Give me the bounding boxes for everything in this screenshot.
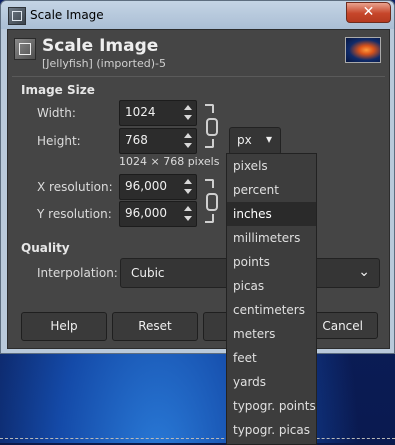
unit-value: px [237, 133, 252, 147]
selection-marquee [0, 438, 395, 439]
header-separator [12, 76, 385, 77]
unit-menu-item-typogr-picas[interactable]: typogr. picas [227, 418, 316, 442]
y-resolution-stepper[interactable] [182, 203, 194, 225]
increment-icon[interactable] [184, 133, 192, 138]
chain-link-icon[interactable] [205, 104, 218, 148]
y-resolution-value: 96,000 [125, 206, 167, 220]
height-value: 768 [125, 133, 148, 147]
unit-menu-item-picas[interactable]: picas [227, 274, 316, 298]
chevron-down-icon: ▾ [265, 132, 272, 146]
increment-icon[interactable] [184, 105, 192, 110]
x-resolution-value: 96,000 [125, 179, 167, 193]
increment-icon[interactable] [184, 206, 192, 211]
scale-image-icon [14, 38, 36, 60]
unit-menu: pixels percent inches millimeters points… [226, 153, 317, 445]
unit-dropdown[interactable]: px ▾ [229, 127, 281, 155]
x-resolution-field[interactable]: 96,000 [119, 174, 197, 200]
unit-menu-item-points[interactable]: points [227, 250, 316, 274]
unit-menu-item-centimeters[interactable]: centimeters [227, 298, 316, 322]
height-label: Height: [37, 134, 81, 148]
chain-link-icon[interactable] [205, 179, 218, 223]
y-resolution-label: Y resolution: [37, 207, 112, 221]
decrement-icon[interactable] [184, 189, 192, 194]
scale-image-icon [8, 7, 26, 25]
unit-menu-item-pixels[interactable]: pixels [227, 154, 316, 178]
image-name: [Jellyfish] (imported)-5 [42, 57, 166, 70]
unit-menu-item-percent[interactable]: percent [227, 178, 316, 202]
unit-menu-item-millimeters[interactable]: millimeters [227, 226, 316, 250]
unit-menu-item-yards[interactable]: yards [227, 370, 316, 394]
image-size-heading: Image Size [21, 83, 95, 97]
width-label: Width: [37, 106, 76, 120]
increment-icon[interactable] [184, 179, 192, 184]
dialog-window: Scale Image ✕ Scale Image [Jellyfish] (i… [0, 0, 395, 354]
chevron-down-icon: ⌄ [358, 264, 370, 280]
height-field[interactable]: 768 [119, 128, 197, 154]
quality-heading: Quality [21, 241, 70, 255]
unit-menu-item-inches[interactable]: inches [227, 202, 316, 226]
decrement-icon[interactable] [184, 143, 192, 148]
decrement-icon[interactable] [184, 216, 192, 221]
title-bar[interactable]: Scale Image ✕ [1, 1, 394, 29]
pixel-dimensions: 1024 × 768 pixels [119, 155, 220, 168]
window-title: Scale Image [30, 8, 104, 22]
unit-menu-item-meters[interactable]: meters [227, 322, 316, 346]
x-resolution-label: X resolution: [37, 180, 113, 194]
decrement-icon[interactable] [184, 115, 192, 120]
help-button[interactable]: Help [21, 312, 107, 341]
unit-menu-item-typogr-points[interactable]: typogr. points [227, 394, 316, 418]
dialog-title: Scale Image [42, 36, 159, 56]
width-field[interactable]: 1024 [119, 100, 197, 126]
close-icon: ✕ [362, 4, 375, 20]
close-button[interactable]: ✕ [346, 2, 391, 23]
y-resolution-field[interactable]: 96,000 [119, 201, 197, 227]
width-value: 1024 [125, 105, 156, 119]
height-stepper[interactable] [182, 130, 194, 152]
unit-menu-item-feet[interactable]: feet [227, 346, 316, 370]
image-thumbnail [345, 37, 381, 63]
reset-button[interactable]: Reset [112, 312, 198, 341]
interpolation-value: Cubic [131, 266, 165, 280]
interpolation-label: Interpolation: [37, 266, 118, 280]
x-resolution-stepper[interactable] [182, 176, 194, 198]
width-stepper[interactable] [182, 102, 194, 124]
dialog-body: Scale Image [Jellyfish] (imported)-5 Ima… [7, 29, 390, 349]
